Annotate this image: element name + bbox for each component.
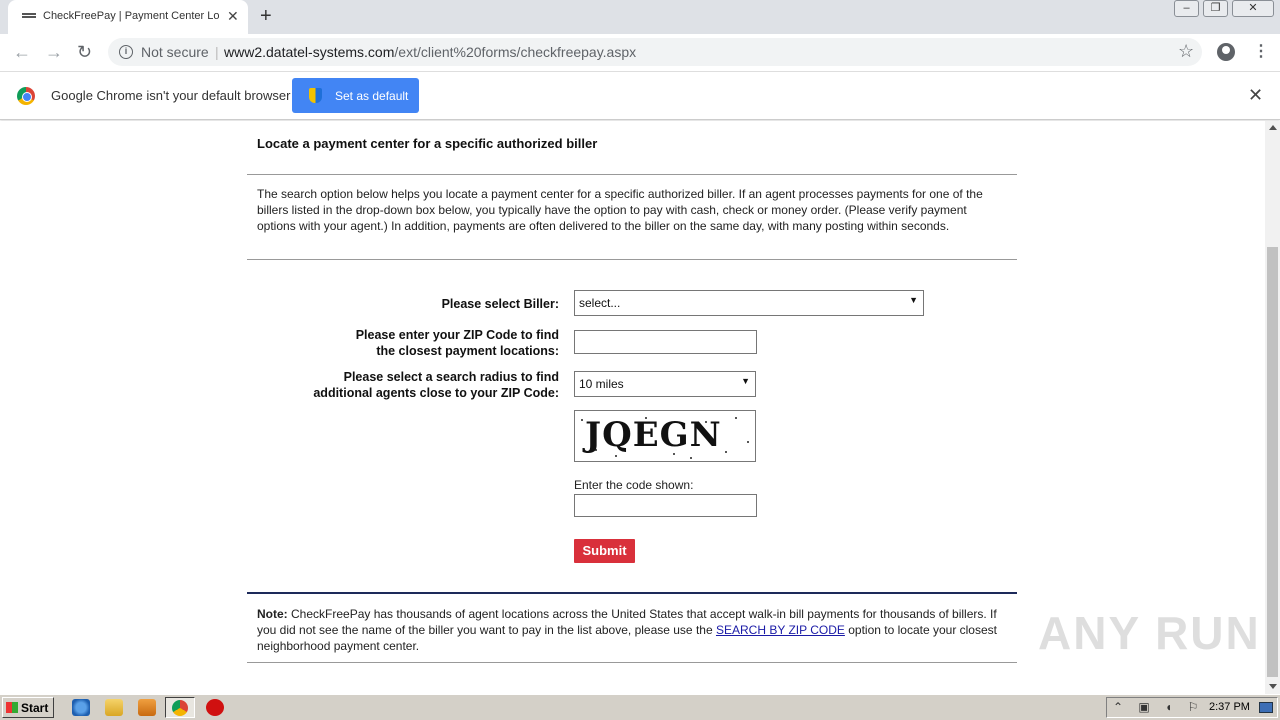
zip-code-input[interactable] (574, 330, 757, 354)
account-icon[interactable] (1217, 43, 1235, 61)
site-favicon-icon (22, 13, 36, 19)
minimize-button[interactable]: – (1174, 0, 1199, 17)
uac-shield-icon (309, 88, 322, 103)
show-desktop-icon[interactable] (1259, 702, 1273, 713)
captcha-code-input[interactable] (574, 494, 757, 517)
biller-select[interactable]: select... ▼ (574, 290, 924, 316)
captcha-noise (615, 455, 617, 457)
tab-title: CheckFreePay | Payment Center Lo (43, 10, 220, 22)
forward-arrow-icon[interactable]: → (45, 41, 63, 63)
browser-toolbar: ← → ↻ i Not secure | www2.datatel-system… (0, 34, 1280, 72)
scroll-up-arrow-icon[interactable] (1269, 125, 1277, 130)
new-tab-button[interactable]: + (260, 5, 272, 27)
dropdown-arrow-icon: ▼ (741, 376, 750, 386)
search-by-zip-link[interactable]: SEARCH BY ZIP CODE (716, 623, 845, 637)
info-icon[interactable]: i (119, 45, 133, 59)
note-bold: Note: (257, 607, 288, 621)
zip-label: Please enter your ZIP Code to find the c… (267, 327, 559, 359)
security-label[interactable]: Not secure (141, 44, 209, 60)
captcha-noise (690, 457, 692, 459)
system-tray: ⌃ ▣ ◖ ⚐ 2:37 PM (1106, 697, 1278, 718)
windows-flag-icon (6, 702, 18, 713)
tab-strip: CheckFreePay | Payment Center Lo ✕ + – ❐… (0, 0, 1280, 34)
page-scrollbar[interactable] (1265, 121, 1280, 694)
radius-label: Please select a search radius to find ad… (267, 369, 559, 401)
captcha-noise (645, 417, 647, 419)
url-text[interactable]: www2.datatel-systems.com/ext/client%20fo… (224, 44, 636, 60)
submit-button[interactable]: Submit (574, 539, 635, 563)
radius-label-line1: Please select a search radius to find (343, 370, 559, 384)
page-heading: Locate a payment center for a specific a… (257, 136, 598, 151)
browser-tab[interactable]: CheckFreePay | Payment Center Lo ✕ (8, 0, 248, 34)
divider (247, 174, 1017, 175)
biller-label: Please select Biller: (441, 297, 559, 311)
zip-label-line2: the closest payment locations: (376, 344, 559, 358)
page-viewport: Locate a payment center for a specific a… (0, 121, 1265, 694)
captcha-noise (581, 419, 583, 421)
captcha-noise (735, 417, 737, 419)
antivirus-icon[interactable] (206, 699, 224, 716)
radius-select[interactable]: 10 miles ▼ (574, 371, 756, 397)
menu-kebab-icon[interactable]: ⋮ (1253, 41, 1269, 63)
folder-icon[interactable] (105, 699, 123, 716)
chrome-icon (172, 700, 188, 716)
set-as-default-label: Set as default (335, 89, 409, 103)
restore-button[interactable]: ❐ (1203, 0, 1228, 17)
windows-taskbar: Start ⌃ ▣ ◖ ⚐ 2:37 PM (0, 694, 1280, 720)
zip-label-line1: Please enter your ZIP Code to find (355, 328, 559, 342)
anyrun-watermark: ANY RUN (1038, 607, 1261, 659)
set-as-default-button[interactable]: Set as default (292, 78, 419, 113)
note-paragraph: Note: CheckFreePay has thousands of agen… (257, 606, 1009, 654)
bookmark-star-icon[interactable]: ☆ (1178, 41, 1194, 62)
code-label: Enter the code shown: (574, 478, 694, 492)
divider (247, 662, 1017, 663)
infobar-message: Google Chrome isn't your default browser (51, 88, 291, 103)
divider-dark (247, 592, 1017, 594)
tab-close-icon[interactable]: ✕ (227, 8, 239, 24)
url-host: www2.datatel-systems.com (224, 44, 395, 60)
intro-paragraph: The search option below helps you locate… (257, 187, 983, 233)
window-controls: – ❐ ✕ (1170, 0, 1280, 20)
taskbar-clock[interactable]: 2:37 PM (1209, 701, 1250, 713)
internet-explorer-icon[interactable] (72, 699, 90, 716)
divider (247, 259, 1017, 260)
tray-icons[interactable]: ⌃ ▣ ◖ ⚐ (1113, 700, 1204, 714)
window-close-button[interactable]: ✕ (1232, 0, 1274, 17)
default-browser-infobar: Google Chrome isn't your default browser… (0, 72, 1280, 120)
captcha-noise (725, 451, 727, 453)
reload-icon[interactable]: ↻ (77, 41, 92, 63)
media-player-icon[interactable] (138, 699, 156, 716)
radius-label-line2: additional agents close to your ZIP Code… (313, 386, 559, 400)
infobar-close-icon[interactable]: ✕ (1248, 85, 1263, 105)
address-separator: | (215, 44, 219, 60)
start-label: Start (21, 701, 49, 715)
start-button[interactable]: Start (2, 697, 54, 718)
address-bar[interactable]: i Not secure | www2.datatel-systems.com/… (108, 38, 1202, 66)
captcha-text: JQEGN (585, 415, 722, 455)
scroll-thumb[interactable] (1267, 247, 1278, 677)
scroll-down-arrow-icon[interactable] (1269, 684, 1277, 689)
captcha-noise (595, 449, 597, 451)
captcha-noise (747, 441, 749, 443)
captcha-noise (673, 453, 675, 455)
dropdown-arrow-icon: ▼ (909, 295, 918, 305)
chrome-taskbar-button[interactable] (165, 697, 195, 718)
chrome-logo-icon (17, 87, 35, 105)
captcha-noise (705, 421, 707, 423)
url-path: /ext/client%20forms/checkfreepay.aspx (394, 44, 637, 60)
biller-select-value: select... (579, 296, 621, 310)
captcha-image: JQEGN (574, 410, 756, 462)
back-arrow-icon[interactable]: ← (13, 41, 31, 63)
radius-select-value: 10 miles (579, 377, 624, 391)
